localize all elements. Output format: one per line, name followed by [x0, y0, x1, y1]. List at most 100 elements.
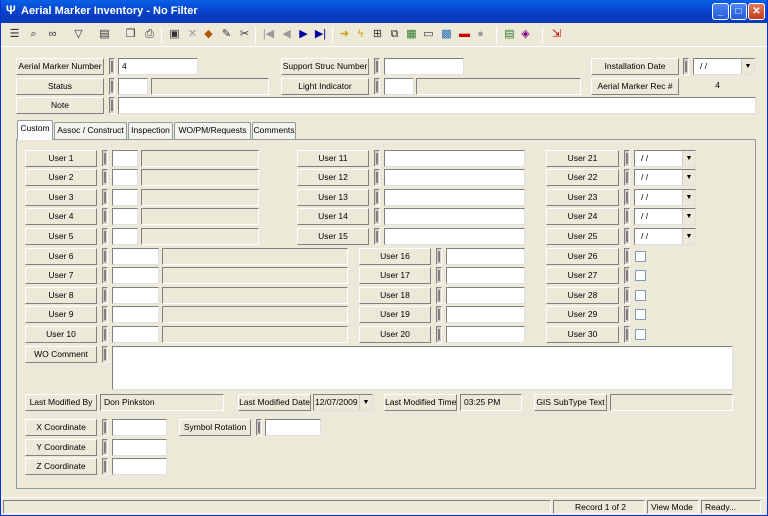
user-4-field[interactable] — [112, 208, 138, 225]
photo-icon[interactable]: ▭ — [421, 27, 436, 42]
user-24-date-picker[interactable]: / / ▼ — [634, 208, 696, 225]
user-29-label[interactable]: User 29 — [546, 306, 619, 323]
y-coordinate-field[interactable] — [112, 439, 167, 456]
chevron-down-icon[interactable]: ▼ — [359, 395, 372, 410]
user-13-label[interactable]: User 13 — [297, 189, 369, 206]
chevron-down-icon[interactable]: ▼ — [682, 170, 695, 185]
list-icon[interactable]: ☰ — [7, 27, 22, 42]
user-20-label[interactable]: User 20 — [359, 326, 431, 343]
maximize-button[interactable]: □ — [730, 3, 747, 20]
last-modified-date-label[interactable]: Last Modified Date — [238, 394, 311, 411]
spray-icon[interactable]: ◆ — [201, 27, 216, 42]
user-18-field[interactable] — [446, 287, 525, 304]
user-20-field[interactable] — [446, 326, 525, 343]
user-1-field[interactable] — [112, 150, 138, 167]
status-label[interactable]: Status — [16, 78, 104, 95]
user-11-label[interactable]: User 11 — [297, 150, 369, 167]
next-icon[interactable]: ▶ — [296, 27, 311, 42]
chevron-down-icon[interactable]: ▼ — [682, 209, 695, 224]
chevron-down-icon[interactable]: ▼ — [741, 59, 754, 74]
installation-date-label[interactable]: Installation Date — [591, 58, 679, 75]
user-8-field[interactable] — [112, 287, 159, 304]
aerial-marker-rec-button[interactable]: Aerial Marker Rec # — [591, 78, 679, 95]
user-28-checkbox[interactable] — [635, 290, 646, 301]
minimize-button[interactable]: _ — [712, 3, 729, 20]
tab-custom[interactable]: Custom — [17, 120, 53, 140]
user-14-field[interactable] — [384, 208, 525, 225]
print-icon[interactable]: ⎙ — [142, 27, 157, 42]
user-15-label[interactable]: User 15 — [297, 228, 369, 245]
x-coordinate-label[interactable]: X Coordinate — [25, 419, 97, 436]
delete-icon[interactable]: ✕ — [185, 27, 200, 42]
user-8-label[interactable]: User 8 — [25, 287, 97, 304]
user-16-field[interactable] — [446, 248, 525, 265]
exit-icon[interactable]: ⇲ — [549, 27, 564, 42]
user-27-label[interactable]: User 27 — [546, 267, 619, 284]
map-icon[interactable]: ⧉ — [387, 27, 402, 42]
save-icon[interactable]: ▣ — [167, 27, 182, 42]
light-indicator-label[interactable]: Light Indicator — [281, 78, 369, 95]
aerial-marker-number-field[interactable]: 4 — [118, 58, 198, 75]
user-10-label[interactable]: User 10 — [25, 326, 97, 343]
z-coordinate-field[interactable] — [112, 458, 167, 475]
filter-icon[interactable]: ▽ — [71, 27, 86, 42]
user-1-label[interactable]: User 1 — [25, 150, 97, 167]
user-29-checkbox[interactable] — [635, 309, 646, 320]
tab-inspection[interactable]: Inspection — [128, 122, 173, 139]
user-2-field[interactable] — [112, 169, 138, 186]
prev-icon[interactable]: ◀ — [279, 27, 294, 42]
user-9-label[interactable]: User 9 — [25, 306, 97, 323]
support-struc-number-field[interactable] — [384, 58, 464, 75]
symbol-rotation-field[interactable] — [265, 419, 321, 436]
gis-subtype-text-label[interactable]: GIS SubType Text — [534, 394, 607, 411]
lightning-icon[interactable]: ϟ — [353, 27, 368, 42]
user-3-label[interactable]: User 3 — [25, 189, 97, 206]
tab-assoc-construct[interactable]: Assoc / Construct — [54, 122, 127, 139]
user-22-date-picker[interactable]: / / ▼ — [634, 169, 696, 186]
user-26-label[interactable]: User 26 — [546, 248, 619, 265]
user-30-checkbox[interactable] — [635, 329, 646, 340]
user-22-label[interactable]: User 22 — [546, 169, 619, 186]
user-18-label[interactable]: User 18 — [359, 287, 431, 304]
user-23-label[interactable]: User 23 — [546, 189, 619, 206]
user-11-field[interactable] — [384, 150, 525, 167]
user-21-label[interactable]: User 21 — [546, 150, 619, 167]
y-coordinate-label[interactable]: Y Coordinate — [25, 439, 97, 456]
z-coordinate-label[interactable]: Z Coordinate — [25, 458, 97, 475]
user-14-label[interactable]: User 14 — [297, 208, 369, 225]
last-icon[interactable]: ▶| — [313, 27, 328, 42]
user-6-label[interactable]: User 6 — [25, 248, 97, 265]
chevron-down-icon[interactable]: ▼ — [682, 151, 695, 166]
user-9-field[interactable] — [112, 306, 159, 323]
user-28-label[interactable]: User 28 — [546, 287, 619, 304]
user-17-label[interactable]: User 17 — [359, 267, 431, 284]
user-12-field[interactable] — [384, 169, 525, 186]
user-5-label[interactable]: User 5 — [25, 228, 97, 245]
find-icon[interactable]: ⌕ — [26, 27, 41, 42]
user-4-label[interactable]: User 4 — [25, 208, 97, 225]
user-7-field[interactable] — [112, 267, 159, 284]
user-26-checkbox[interactable] — [635, 251, 646, 262]
installation-date-picker[interactable]: / / ▼ — [693, 58, 755, 75]
arrow-right-icon[interactable]: ➜ — [337, 27, 352, 42]
status-code-field[interactable] — [118, 78, 148, 95]
binoculars-icon[interactable]: ∞ — [45, 27, 60, 42]
scissors-icon[interactable]: ✂ — [237, 27, 252, 42]
last-modified-time-label[interactable]: Last Modified Time — [384, 394, 457, 411]
last-modified-by-label[interactable]: Last Modified By — [25, 394, 97, 411]
user-17-field[interactable] — [446, 267, 525, 284]
first-icon[interactable]: |◀ — [261, 27, 276, 42]
tab-comments[interactable]: Comments — [252, 122, 296, 139]
user-27-checkbox[interactable] — [635, 270, 646, 281]
user-23-date-picker[interactable]: / / ▼ — [634, 189, 696, 206]
tab-wo-pm-requests[interactable]: WO/PM/Requests — [174, 122, 251, 139]
user-24-label[interactable]: User 24 — [546, 208, 619, 225]
aerial-marker-number-label[interactable]: Aerial Marker Number — [16, 58, 104, 75]
user-30-label[interactable]: User 30 — [546, 326, 619, 343]
note-label[interactable]: Note — [16, 97, 104, 114]
user-19-field[interactable] — [446, 306, 525, 323]
grid-icon[interactable]: ▩ — [439, 27, 454, 42]
support-struc-number-label[interactable]: Support Struc Number — [281, 58, 369, 75]
user-6-field[interactable] — [112, 248, 159, 265]
car-icon[interactable]: ▬ — [457, 27, 472, 42]
